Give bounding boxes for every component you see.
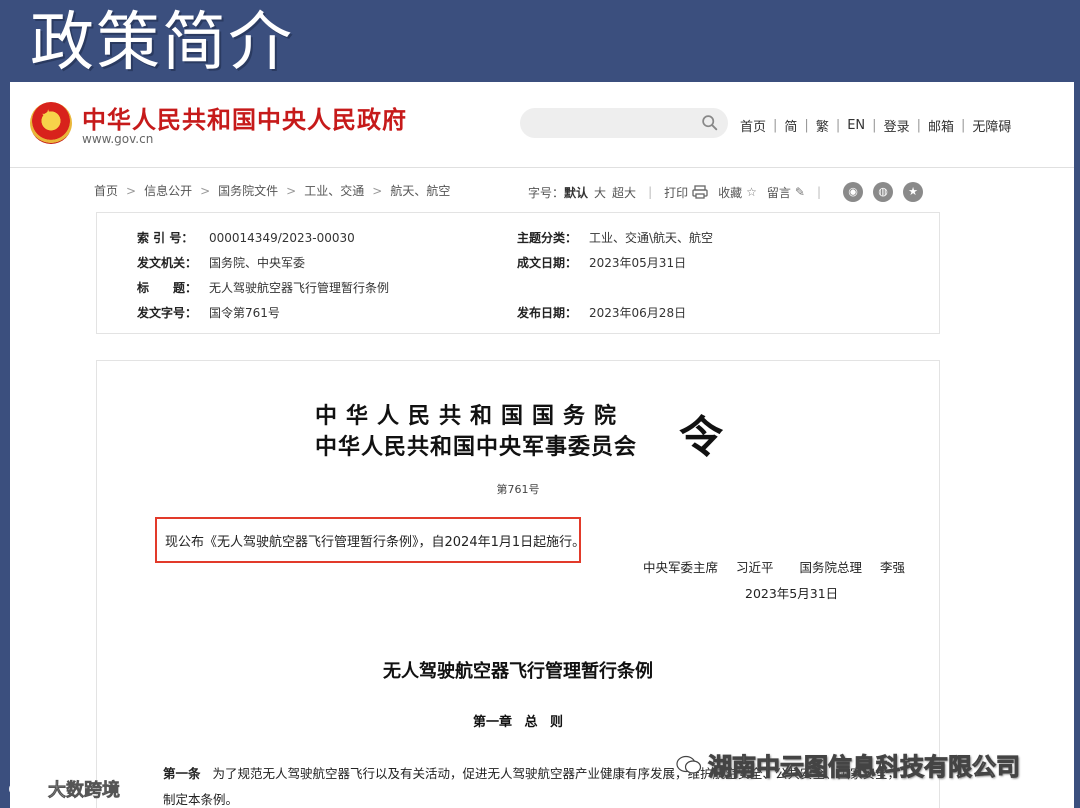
breadcrumb-state-council-docs[interactable]: 国务院文件 <box>218 182 278 199</box>
slide-title: 政策简介 <box>30 6 294 80</box>
font-size-large[interactable]: 大 <box>594 184 606 201</box>
signer1-title: 中央军委主席 <box>643 560 719 575</box>
nav-divider: | <box>835 118 841 133</box>
meta-published-key: 发布日期： <box>517 306 578 320</box>
issuing-authorities: 中华人民共和国国务院 中华人民共和国中央军事委员会 <box>315 401 637 463</box>
comment-button[interactable]: 留言 <box>767 184 791 201</box>
article-number: 第一条 <box>163 766 201 781</box>
breadcrumb: 首页 > 信息公开 > 国务院文件 > 工业、交通 > 航天、航空 <box>94 182 450 199</box>
meta-created-value: 2023年05月31日 <box>589 256 687 270</box>
site-header: ★ 中华人民共和国中央人民政府 www.gov.cn 首页 | 简 | 繁 | … <box>10 82 1074 168</box>
meta-topic: 主题分类： 工业、交通\航天、航空 <box>517 229 713 246</box>
meta-published: 发布日期： 2023年06月28日 <box>517 304 686 321</box>
issuer-state-council: 中华人民共和国国务院 <box>315 403 626 429</box>
printer-icon[interactable] <box>692 185 708 199</box>
nav-home-link[interactable]: 首页 <box>740 116 766 135</box>
meta-docno-key: 发文字号： <box>137 306 198 320</box>
company-watermark-text: 湖南中云图信息科技有限公司 <box>708 753 1021 782</box>
tools-divider: | <box>816 185 822 199</box>
nav-english-link[interactable]: EN <box>847 118 865 133</box>
nav-simplified-link[interactable]: 简 <box>784 116 797 135</box>
chevron-right-icon: > <box>286 183 297 198</box>
meta-published-value: 2023年06月28日 <box>589 306 687 320</box>
meta-issuer: 发文机关： 国务院、中央军委 <box>137 254 305 271</box>
font-size-xlarge[interactable]: 超大 <box>612 184 636 201</box>
order-character: 令 <box>679 412 723 463</box>
site-name[interactable]: 中华人民共和国中央人民政府 <box>82 100 407 135</box>
print-button[interactable]: 打印 <box>664 184 688 201</box>
meta-docno: 发文字号： 国令第761号 <box>137 304 280 321</box>
pencil-icon[interactable]: ✎ <box>795 185 805 199</box>
chevron-right-icon: > <box>126 183 137 198</box>
nav-divider: | <box>773 118 778 133</box>
star-share-icon[interactable]: ★ <box>903 182 924 202</box>
meta-created-key: 成文日期： <box>517 256 578 270</box>
star-icon[interactable]: ☆ <box>746 185 757 199</box>
meta-docno-value: 国令第761号 <box>209 306 280 320</box>
wechat-share-icon[interactable]: ◍ <box>873 182 894 202</box>
signer2-title: 国务院总理 <box>799 560 863 575</box>
emblem-star-icon: ★ <box>41 106 56 125</box>
nav-accessibility-link[interactable]: 无障碍 <box>972 116 1011 135</box>
nav-login-link[interactable]: 登录 <box>884 116 910 135</box>
meta-issuer-value: 国务院、中央军委 <box>209 256 306 270</box>
issuer-military-commission: 中华人民共和国中央军事委员会 <box>315 434 638 460</box>
chevron-right-icon: > <box>372 183 383 198</box>
top-nav: 首页 | 简 | 繁 | EN | 登录 | 邮箱 | 无障碍 <box>740 116 1011 135</box>
nav-traditional-link[interactable]: 繁 <box>816 116 829 135</box>
signer2-name: 李强 <box>880 560 906 575</box>
breadcrumb-home[interactable]: 首页 <box>94 182 118 199</box>
meta-issuer-key: 发文机关： <box>137 256 198 270</box>
meta-topic-value: 工业、交通\航天、航空 <box>589 231 714 245</box>
chapter-heading: 第一章 总 则 <box>472 715 564 730</box>
breadcrumb-industry-transport[interactable]: 工业、交通 <box>304 182 364 199</box>
breadcrumb-aerospace[interactable]: 航天、航空 <box>390 182 450 199</box>
search-icon[interactable] <box>701 114 718 131</box>
site-url: www.gov.cn <box>82 132 154 146</box>
logo-mark-icon <box>9 782 35 796</box>
page-tools: 字号： 默认 大 超大 | 打印 收藏 ☆ 留言 ✎ | ◉ ◍ ★ <box>528 182 924 202</box>
font-size-label: 字号： <box>528 185 565 200</box>
font-size-default[interactable]: 默认 <box>564 184 588 201</box>
document-number: 第761号 <box>496 483 540 496</box>
source-watermark-text: 大数跨境 <box>48 780 121 802</box>
meta-title: 标 题： 无人驾驶航空器飞行管理暂行条例 <box>137 279 389 296</box>
tools-divider: | <box>648 185 653 199</box>
chevron-right-icon: > <box>200 183 211 198</box>
meta-topic-key: 主题分类： <box>517 231 578 245</box>
source-watermark: 大数跨境 <box>8 776 120 802</box>
favorite-button[interactable]: 收藏 <box>718 184 742 201</box>
meta-title-value: 无人驾驶航空器飞行管理暂行条例 <box>209 281 390 295</box>
meta-index-key: 索 引 号： <box>137 231 194 245</box>
nav-divider: | <box>960 118 966 133</box>
meta-index-value: 000014349/2023-00030 <box>209 231 355 245</box>
company-watermark: 湖南中云图信息科技有限公司 <box>676 747 1021 782</box>
weibo-share-icon[interactable]: ◉ <box>843 182 864 202</box>
sign-date: 2023年5月31日 <box>745 586 839 601</box>
promulgation-text: 现公布《无人驾驶航空器飞行管理暂行条例》，自2024年1月1日起施行。 <box>165 535 586 550</box>
signer1-name: 习近平 <box>736 560 774 575</box>
meta-index: 索 引 号： 000014349/2023-00030 <box>137 229 355 246</box>
nav-divider: | <box>872 118 877 133</box>
nav-divider: | <box>916 118 921 133</box>
document-body: 中华人民共和国国务院 中华人民共和国中央军事委员会 令 第761号 现公布《无人… <box>96 360 940 808</box>
meta-title-key: 标 题： <box>137 281 198 295</box>
wechat-icon <box>676 755 702 774</box>
regulation-title: 无人驾驶航空器飞行管理暂行条例 <box>383 661 653 682</box>
nav-mail-link[interactable]: 邮箱 <box>928 116 954 135</box>
signatories: 中央军委主席 习近平 国务院总理 李强 <box>643 557 905 576</box>
breadcrumb-info-disclosure[interactable]: 信息公开 <box>144 182 192 199</box>
search-input[interactable] <box>520 108 728 138</box>
document-metadata: 索 引 号： 000014349/2023-00030 主题分类： 工业、交通\航天… <box>96 212 940 334</box>
meta-created: 成文日期： 2023年05月31日 <box>517 254 686 271</box>
gov-page-screenshot: ★ 中华人民共和国中央人民政府 www.gov.cn 首页 | 简 | 繁 | … <box>10 82 1074 808</box>
nav-divider: | <box>804 118 809 133</box>
